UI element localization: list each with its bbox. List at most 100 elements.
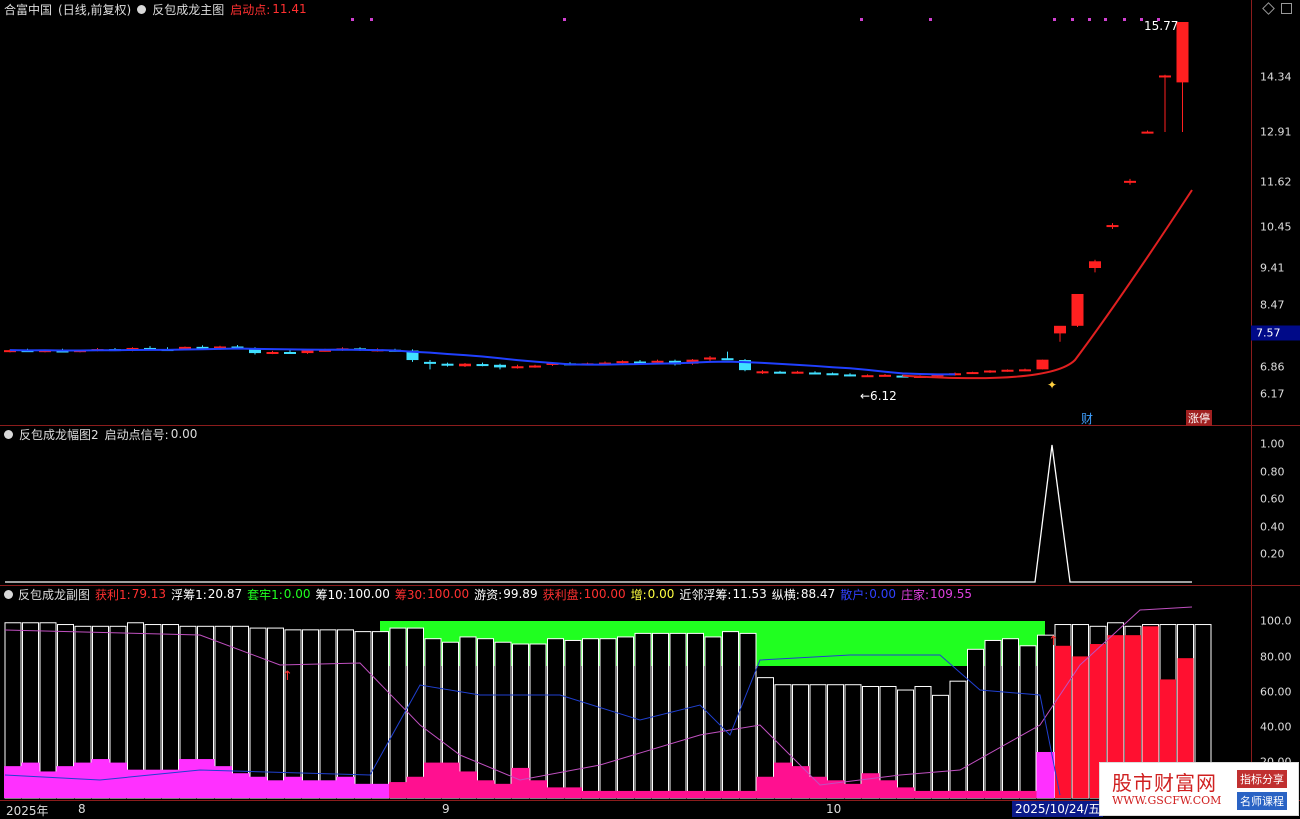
chip-bar [634, 632, 652, 799]
main-chart-panel[interactable]: 合富中国 (日线,前复权) 反包成龙主图 启动点: 11.41 ✦ 15.77 … [0, 0, 1300, 426]
candle [826, 372, 839, 376]
retail-bar [879, 780, 897, 798]
signal-indicator-name[interactable]: 反包成龙幅图2 [19, 426, 99, 443]
candle [476, 362, 489, 367]
main-indicator-name[interactable]: 反包成龙主图 [152, 1, 224, 18]
retail-bar [21, 762, 40, 798]
retail-bar [1001, 790, 1020, 798]
tag-zhangting[interactable]: 涨停 [1186, 410, 1212, 426]
candle [1019, 368, 1031, 372]
candle [424, 360, 436, 370]
price-tick: 11.62 [1260, 175, 1292, 189]
chip-bar [739, 632, 757, 799]
stat-value: 0.00 [869, 587, 896, 601]
retail-bar [336, 776, 355, 798]
candle [1141, 130, 1154, 134]
date-label-sep: 9 [442, 802, 450, 816]
retail-bar [616, 790, 635, 798]
signal-panel[interactable]: 反包成龙幅图2 启动点信号: 0.00 1.00 0.80 0.60 0.40 … [0, 425, 1300, 586]
retail-bar [529, 780, 547, 798]
chip-bar [949, 680, 967, 799]
chip-distribution-chart: ↑↑ [4, 606, 1212, 799]
retail-bar [56, 766, 75, 798]
retail-bar [354, 783, 372, 798]
watermark-url: WWW.GSCFW.COM [1112, 794, 1222, 807]
signal-value: 0.00 [170, 427, 198, 441]
signal-tick: 0.80 [1260, 465, 1285, 479]
signal-tick: 0.20 [1260, 547, 1285, 561]
retail-bar [914, 790, 932, 798]
selected-date[interactable]: 2025/10/24/五 [1012, 801, 1104, 817]
candle [774, 370, 786, 374]
retail-bar [389, 782, 407, 798]
retail-bar [564, 787, 582, 798]
retail-bar [319, 780, 337, 798]
high-price-label: 15.77 [1144, 19, 1179, 33]
profit-bar [1072, 656, 1089, 798]
indicator-menu-icon[interactable] [4, 589, 13, 599]
retail-bar [1036, 751, 1055, 798]
current-price-tag: 7.57 [1251, 325, 1300, 341]
candle [791, 370, 804, 374]
chip-title-bar: 反包成龙副图 获利1: 79.13 浮筹1: 20.87 套牢1: 0.00 筹10: 100… [0, 585, 972, 603]
date-label-year: 2025年 [6, 804, 49, 818]
signal-tick: 1.00 [1260, 437, 1285, 451]
maximize-icon[interactable] [1281, 3, 1292, 14]
chip-bar [372, 631, 389, 799]
price-tick: 6.86 [1260, 360, 1285, 374]
retail-bar [109, 762, 127, 798]
retail-bar [196, 759, 215, 798]
candle [966, 371, 979, 375]
profit-bar [1055, 645, 1071, 798]
signal-axis: 1.00 0.80 0.60 0.40 0.20 [1251, 425, 1300, 585]
watermark-title: 股市财富网 [1112, 771, 1217, 795]
stat-value: 11.53 [732, 587, 767, 601]
candlestick-chart[interactable]: ✦ [0, 0, 1251, 425]
stat-value: 109.55 [930, 587, 973, 601]
retail-bar [494, 783, 512, 798]
retail-bar [721, 790, 740, 798]
retail-bar [984, 790, 1002, 798]
chip-bar [477, 638, 494, 799]
retail-bar [371, 783, 390, 798]
signal-tick: 0.60 [1260, 492, 1285, 506]
chip-tick: 100.0 [1260, 614, 1292, 628]
stat-value: 0.00 [283, 587, 311, 601]
retail-bar [931, 790, 950, 798]
stat-label: 获利盘: [542, 587, 583, 602]
candle [756, 370, 769, 375]
stat-value: 20.87 [207, 587, 243, 601]
chip-bar [494, 641, 512, 799]
price-tick: 9.41 [1260, 261, 1285, 275]
stat-value: 100.00 [583, 587, 626, 601]
retail-bar [581, 790, 600, 798]
chip-indicator-name[interactable]: 反包成龙副图 [18, 586, 90, 603]
indicator-menu-icon[interactable] [4, 429, 13, 439]
price-tick: 12.91 [1260, 125, 1292, 139]
chip-bar [529, 643, 547, 799]
diamond-icon[interactable] [1262, 2, 1275, 15]
price-tick: 10.45 [1260, 220, 1292, 234]
up-arrow-icon: ↑ [282, 669, 293, 684]
stat-label: 筹30: [394, 587, 427, 602]
retail-bar [406, 776, 425, 798]
candle [879, 374, 891, 377]
retail-bar [809, 776, 827, 798]
ma-line-blue [9, 347, 956, 376]
candle [1089, 259, 1101, 273]
chip-tick: 40.00 [1260, 720, 1292, 734]
candle [1159, 74, 1171, 132]
stat-value: 100.00 [427, 587, 470, 601]
retail-bar [249, 776, 267, 798]
retail-bar [91, 759, 110, 798]
retail-bar [966, 790, 985, 798]
stat-label: 近邻浮筹: [679, 587, 732, 602]
indicator-menu-icon[interactable] [137, 4, 147, 14]
date-label-oct: 10 [826, 802, 842, 816]
stat-label: 游资: [474, 587, 503, 602]
stat-value: 88.47 [800, 587, 836, 601]
signal-line-chart [5, 444, 1192, 583]
retail-bar [4, 766, 22, 798]
main-title-bar: 合富中国 (日线,前复权) 反包成龙主图 启动点: 11.41 [0, 0, 307, 18]
stock-name: 合富中国 [4, 2, 53, 17]
